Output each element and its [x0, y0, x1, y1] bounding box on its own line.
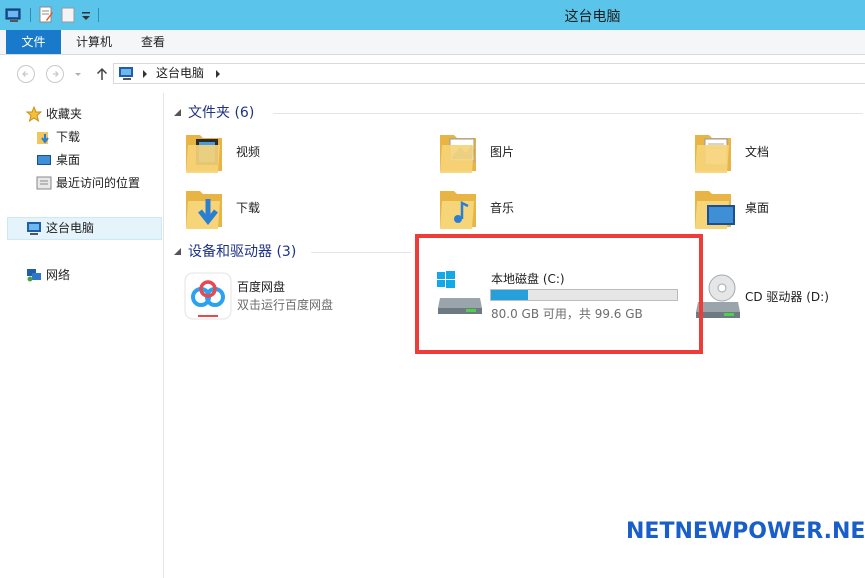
up-button[interactable]	[92, 64, 112, 84]
collapse-chevron-icon[interactable]	[173, 247, 182, 256]
device-name: 百度网盘	[237, 280, 286, 294]
navigation-bar: 这台电脑	[0, 55, 865, 93]
navigation-pane: 收藏夹 下载 桌面 最近访问的位置 这台电脑 网络	[0, 93, 164, 578]
divider	[273, 113, 863, 114]
sidebar-item-label: 网络	[46, 268, 71, 282]
ribbon-tabs: 文件 计算机 查看	[0, 30, 865, 55]
watermark-text: NETNEWPOWER.NET	[626, 519, 865, 544]
tab-computer[interactable]: 计算机	[64, 30, 124, 54]
address-path[interactable]: 这台电脑	[156, 66, 204, 81]
sidebar-item-label: 这台电脑	[46, 221, 95, 235]
device-cd-drive-d[interactable]: CD 驱动器 (D:)	[694, 272, 865, 320]
computer-icon	[27, 222, 41, 235]
recent-locations-chevron-icon[interactable]	[72, 64, 84, 84]
window-title: 这台电脑	[564, 9, 621, 25]
desktop-folder-icon	[695, 191, 735, 229]
computer-icon	[119, 67, 133, 80]
sidebar-item-label: 桌面	[56, 153, 81, 167]
download-folder-icon	[37, 132, 49, 144]
recent-places-icon	[36, 176, 52, 190]
music-folder-icon	[440, 191, 476, 229]
baidu-netdisk-icon	[184, 272, 232, 320]
section-title: 文件夹 (6)	[188, 105, 255, 121]
address-bar[interactable]: 这台电脑	[113, 63, 865, 84]
sidebar-item-label: 最近访问的位置	[56, 176, 141, 190]
chevron-right-icon[interactable]	[141, 69, 149, 79]
collapse-chevron-icon[interactable]	[173, 108, 182, 117]
folder-label: 桌面	[745, 201, 770, 215]
star-icon	[26, 106, 42, 122]
chevron-right-icon[interactable]	[214, 69, 222, 79]
videos-folder-icon	[186, 135, 222, 173]
folder-label: 视频	[236, 145, 261, 159]
forward-button[interactable]	[45, 64, 65, 84]
tab-file[interactable]: 文件	[6, 30, 61, 54]
device-description: 双击运行百度网盘	[237, 298, 334, 312]
pictures-folder-icon	[440, 135, 476, 173]
documents-folder-icon	[695, 135, 731, 173]
folder-label: 下载	[236, 201, 261, 215]
back-button[interactable]	[16, 64, 36, 84]
section-title: 设备和驱动器 (3)	[188, 244, 297, 260]
network-icon	[27, 269, 41, 282]
divider	[311, 252, 411, 253]
title-bar: 这台电脑	[0, 0, 865, 30]
downloads-folder-icon	[186, 191, 222, 229]
tab-view[interactable]: 查看	[128, 30, 178, 54]
folder-label: 音乐	[490, 201, 515, 215]
desktop-icon	[37, 155, 51, 165]
folder-label: 文档	[745, 145, 770, 159]
sidebar-item-label: 下载	[56, 130, 81, 144]
sidebar-item-label: 收藏夹	[46, 107, 83, 121]
device-name: CD 驱动器 (D:)	[745, 290, 829, 304]
annotation-highlight-box	[415, 234, 703, 354]
folder-label: 图片	[490, 145, 515, 159]
device-baidu-netdisk[interactable]: 百度网盘 双击运行百度网盘	[184, 272, 364, 322]
